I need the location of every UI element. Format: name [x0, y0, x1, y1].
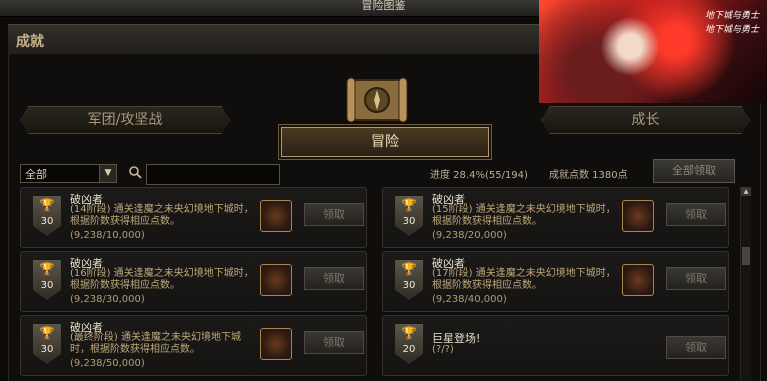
tab-adventure[interactable]: 冒险 — [281, 127, 489, 157]
points-badge: 🏆 30 — [395, 260, 423, 300]
trophy-icon: 🏆 — [39, 262, 55, 276]
game-banner: 地下城与勇士 地下城与勇士 — [539, 0, 767, 103]
achievement-card: 🏆 20 巨星登场! (?/?) 领取 — [382, 315, 729, 376]
dropdown-value: 全部 — [25, 168, 47, 181]
achievement-desc: (?/?) — [432, 344, 454, 355]
claim-button[interactable]: 领取 — [666, 336, 726, 359]
trophy-icon: 🏆 — [401, 198, 417, 212]
tab-growth[interactable]: 成长 — [541, 106, 750, 134]
achievement-progress: (9,238/10,000) — [70, 230, 145, 241]
points-badge: 🏆 30 — [33, 196, 61, 236]
points-badge: 🏆 30 — [395, 196, 423, 236]
section-title: 成就 — [16, 34, 44, 50]
reward-icon[interactable] — [622, 264, 654, 296]
tab-legion[interactable]: 军团/攻坚战 — [20, 106, 230, 134]
badge-points: 20 — [402, 344, 416, 355]
claim-button[interactable]: 领取 — [304, 203, 364, 226]
achievement-progress: (9,238/50,000) — [70, 358, 145, 369]
points-badge: 🏆 30 — [33, 260, 61, 300]
scroll-thumb[interactable] — [742, 247, 750, 265]
reward-icon[interactable] — [622, 200, 654, 232]
scroll-up-icon[interactable]: ▲ — [741, 187, 751, 196]
badge-points: 30 — [402, 280, 416, 291]
achievement-card: 🏆 30 破凶者 (16阶段) 通关逢魔之未央幻境地下城时，根据阶数获得相应点数… — [20, 251, 367, 312]
trophy-icon: 🏆 — [39, 326, 55, 340]
achievement-desc: (15阶段) 通关逢魔之未央幻境地下城时，根据阶数获得相应点数。 — [432, 204, 616, 227]
badge-points: 30 — [40, 216, 54, 227]
claim-all-button[interactable]: 全部领取 — [653, 159, 735, 183]
badge-points: 30 — [40, 344, 54, 355]
achievement-progress: (9,238/40,000) — [432, 294, 507, 305]
claim-button[interactable]: 领取 — [666, 267, 726, 290]
achievement-card: 🏆 30 破凶者 (最终阶段) 通关逢魔之未央幻境地下城时，根据阶数获得相应点数… — [20, 315, 367, 376]
reward-icon[interactable] — [260, 328, 292, 360]
progress-readout: 进度 28.4%(55/194) — [430, 170, 528, 181]
achievement-desc: (14阶段) 通关逢魔之未央幻境地下城时，根据阶数获得相应点数。 — [70, 204, 254, 227]
achievement-progress: (9,238/20,000) — [432, 230, 507, 241]
search-input[interactable] — [146, 164, 280, 185]
claim-button[interactable]: 领取 — [304, 267, 364, 290]
points-badge: 🏆 30 — [33, 324, 61, 364]
trophy-icon: 🏆 — [401, 262, 417, 276]
achievement-card: 🏆 30 破凶者 (15阶段) 通关逢魔之未央幻境地下城时，根据阶数获得相应点数… — [382, 187, 729, 248]
badge-points: 30 — [402, 216, 416, 227]
reward-icon[interactable] — [260, 200, 292, 232]
achievement-card: 🏆 30 破凶者 (17阶段) 通关逢魔之未央幻境地下城时，根据阶数获得相应点数… — [382, 251, 729, 312]
points-readout: 成就点数 1380点 — [549, 170, 628, 181]
chevron-down-icon[interactable]: ▼ — [99, 165, 116, 182]
category-dropdown[interactable]: 全部 ▼ — [20, 164, 117, 183]
list-scrollbar[interactable]: ▲ — [740, 187, 751, 381]
claim-button[interactable]: 领取 — [666, 203, 726, 226]
scroll-emblem-icon — [346, 77, 408, 123]
achievement-progress: (9,238/30,000) — [70, 294, 145, 305]
achievement-card: 🏆 30 破凶者 (14阶段) 通关逢魔之未央幻境地下城时，根据阶数获得相应点数… — [20, 187, 367, 248]
section-header: 成就 — [8, 24, 540, 55]
trophy-icon: 🏆 — [401, 326, 417, 340]
points-badge: 🏆 20 — [395, 324, 423, 364]
banner-logo-1: 地下城与勇士 — [704, 11, 759, 21]
trophy-icon: 🏆 — [39, 198, 55, 212]
banner-logo-2: 地下城与勇士 — [704, 25, 759, 35]
badge-points: 30 — [40, 280, 54, 291]
achievement-desc: (16阶段) 通关逢魔之未央幻境地下城时，根据阶数获得相应点数。 — [70, 268, 254, 291]
reward-icon[interactable] — [260, 264, 292, 296]
search-icon — [129, 166, 142, 179]
claim-button[interactable]: 领取 — [304, 331, 364, 354]
achievement-desc: (17阶段) 通关逢魔之未央幻境地下城时，根据阶数获得相应点数。 — [432, 268, 616, 291]
achievement-desc: (最终阶段) 通关逢魔之未央幻境地下城时，根据阶数获得相应点数。 — [70, 332, 241, 355]
